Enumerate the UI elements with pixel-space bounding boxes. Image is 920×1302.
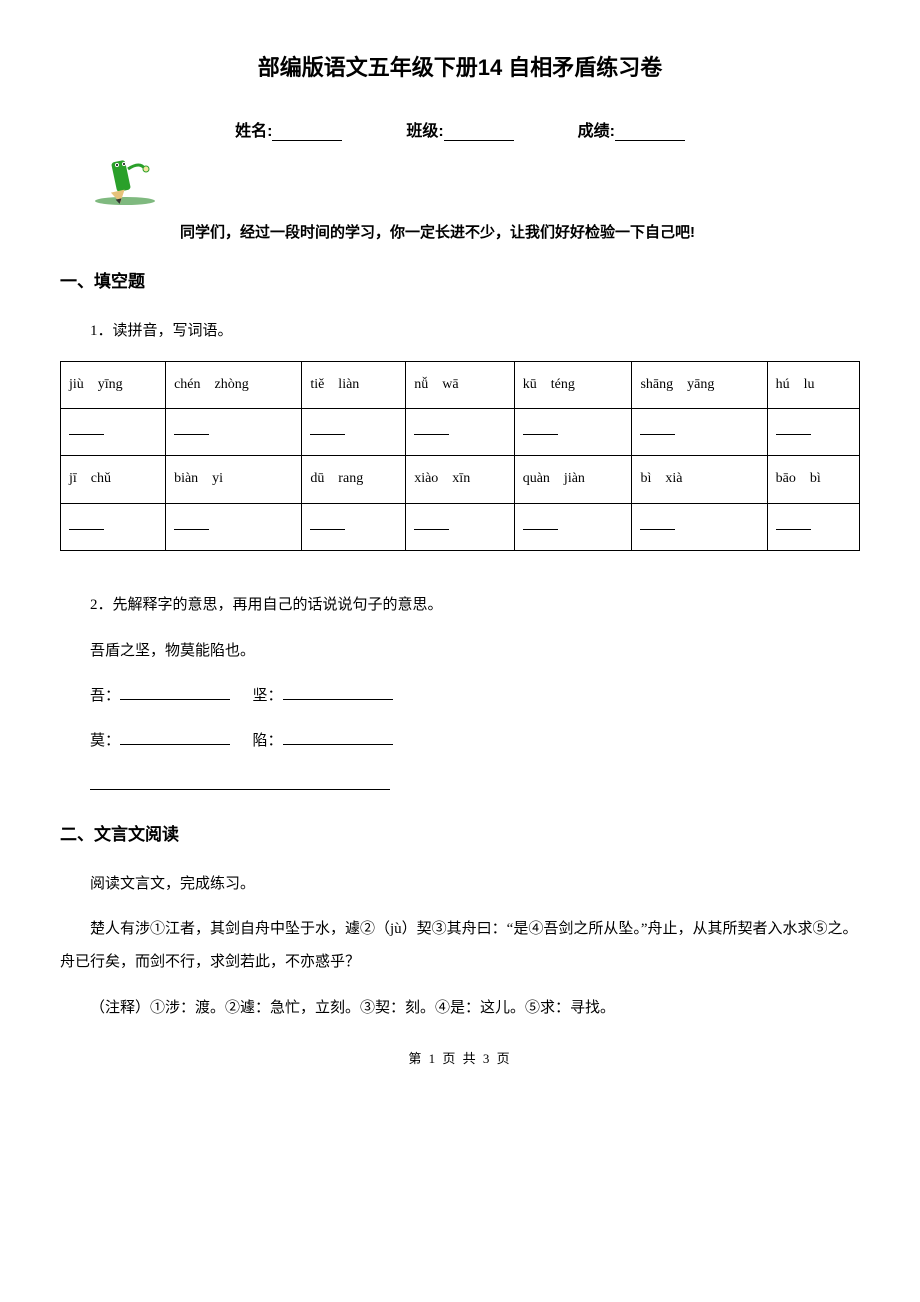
pinyin-cell: bì xià xyxy=(632,456,767,503)
passage-text: 楚人有涉①江者，其剑自舟中坠于水，遽②（jù）契③其舟曰：“是④吾剑之所从坠。”… xyxy=(60,913,860,979)
pinyin-cell: nǚ wā xyxy=(406,361,515,408)
q2-row2: 莫： 陷： xyxy=(90,728,860,755)
page-title: 部编版语文五年级下册14 自相矛盾练习卷 xyxy=(60,50,860,82)
name-blank[interactable] xyxy=(272,126,342,141)
class-blank[interactable] xyxy=(444,126,514,141)
table-row xyxy=(61,503,860,550)
table-row: jī chǔ biàn yi dū rang xiào xīn quàn jià… xyxy=(61,456,860,503)
pinyin-cell: chén zhòng xyxy=(166,361,302,408)
answer-cell[interactable] xyxy=(632,503,767,550)
q2-label: 2．先解释字的意思，再用自己的话说说句子的意思。 xyxy=(60,591,860,620)
pinyin-cell: jī chǔ xyxy=(61,456,166,503)
answer-cell[interactable] xyxy=(302,408,406,455)
class-label: 班级: xyxy=(406,123,443,140)
table-row: jiù yīng chén zhòng tiě liàn nǚ wā kū té… xyxy=(61,361,860,408)
q2-row1: 吾： 坚： xyxy=(90,683,860,710)
pencil-mascot-icon xyxy=(90,151,860,211)
table-row xyxy=(61,408,860,455)
answer-cell[interactable] xyxy=(767,408,859,455)
page-footer: 第 1 页 共 3 页 xyxy=(60,1048,860,1067)
pinyin-cell: tiě liàn xyxy=(302,361,406,408)
section2-lead: 阅读文言文，完成练习。 xyxy=(60,870,860,899)
q2-mo-blank[interactable] xyxy=(120,732,230,745)
pinyin-cell: kū téng xyxy=(514,361,632,408)
answer-cell[interactable] xyxy=(514,408,632,455)
answer-cell[interactable] xyxy=(514,503,632,550)
name-label: 姓名: xyxy=(235,123,272,140)
pinyin-cell: jiù yīng xyxy=(61,361,166,408)
answer-cell[interactable] xyxy=(406,408,515,455)
pinyin-cell: bāo bì xyxy=(767,456,859,503)
answer-cell[interactable] xyxy=(166,408,302,455)
pinyin-cell: biàn yi xyxy=(166,456,302,503)
answer-cell[interactable] xyxy=(61,408,166,455)
intro-text: 同学们，经过一段时间的学习，你一定长进不少，让我们好好检验一下自己吧! xyxy=(180,221,860,242)
pinyin-cell: quàn jiàn xyxy=(514,456,632,503)
q2-jian-label: 坚： xyxy=(253,688,283,704)
q2-sentence-blank[interactable] xyxy=(90,777,390,790)
q2-wu-blank[interactable] xyxy=(120,687,230,700)
pinyin-cell: shāng yāng xyxy=(632,361,767,408)
score-blank[interactable] xyxy=(615,126,685,141)
pinyin-table: jiù yīng chén zhòng tiě liàn nǚ wā kū té… xyxy=(60,361,860,552)
q2-sentence: 吾盾之坚，物莫能陷也。 xyxy=(90,638,860,665)
info-line: 姓名: 班级: 成绩: xyxy=(60,117,860,141)
answer-cell[interactable] xyxy=(406,503,515,550)
notes-text: （注释）①涉：渡。②遽：急忙，立刻。③契：刻。④是：这儿。⑤求：寻找。 xyxy=(60,994,860,1023)
pinyin-cell: xiào xīn xyxy=(406,456,515,503)
section1-heading: 一、填空题 xyxy=(60,267,860,292)
q2-xian-label: 陷： xyxy=(253,733,283,749)
pinyin-cell: hú lu xyxy=(767,361,859,408)
answer-cell[interactable] xyxy=(61,503,166,550)
answer-cell[interactable] xyxy=(767,503,859,550)
q2-sentence-blank-row xyxy=(90,773,860,800)
q2-jian-blank[interactable] xyxy=(283,687,393,700)
q2-wu-label: 吾： xyxy=(90,688,120,704)
q1-label: 1．读拼音，写词语。 xyxy=(60,317,860,346)
q2-mo-label: 莫： xyxy=(90,733,120,749)
section2-heading: 二、文言文阅读 xyxy=(60,820,860,845)
answer-cell[interactable] xyxy=(302,503,406,550)
pinyin-cell: dū rang xyxy=(302,456,406,503)
answer-cell[interactable] xyxy=(166,503,302,550)
q2-xian-blank[interactable] xyxy=(283,732,393,745)
answer-cell[interactable] xyxy=(632,408,767,455)
score-label: 成绩: xyxy=(578,123,615,140)
